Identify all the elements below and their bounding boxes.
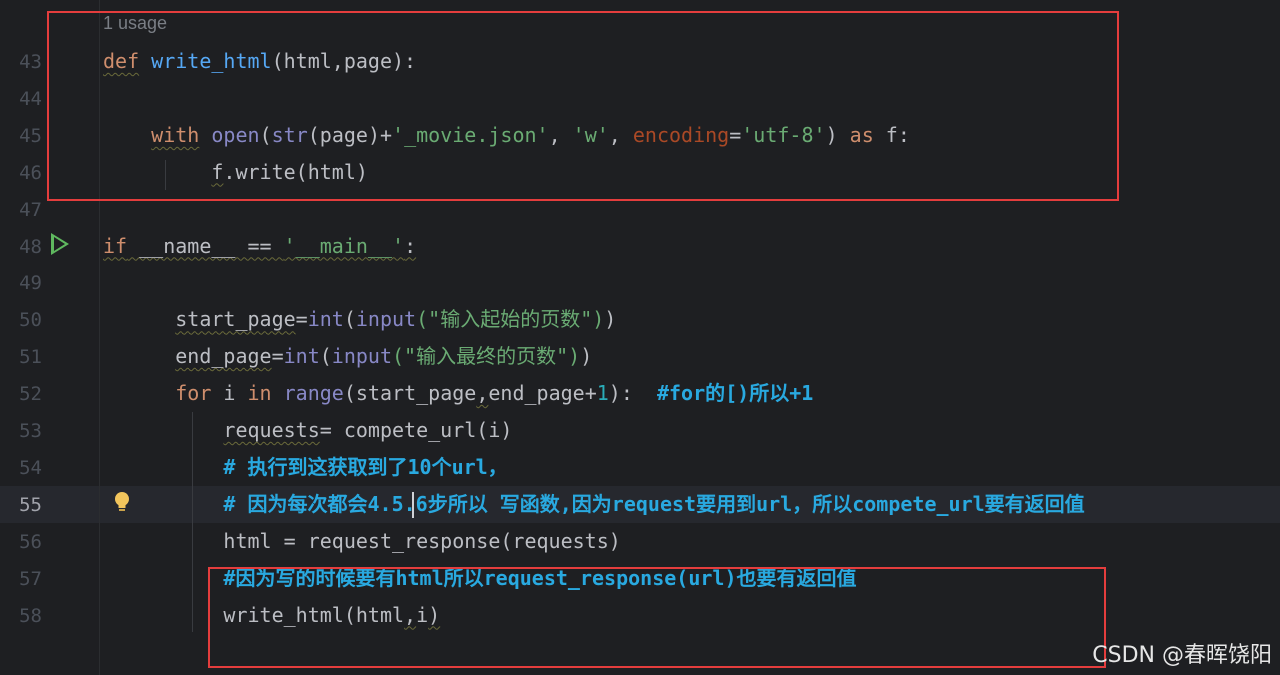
code-token: ( <box>343 307 356 332</box>
code-line[interactable]: if __name__ == '__main__': <box>103 228 416 265</box>
code-token: #for的[)所以+1 <box>656 381 814 406</box>
code-line[interactable]: html = request_response(requests) <box>103 523 621 560</box>
code-token: = compete_url(i) <box>319 418 513 442</box>
code-line[interactable]: end_page=int(input("输入最终的页数")) <box>103 338 592 375</box>
line-number[interactable]: 55 <box>0 494 42 516</box>
code-token: ) <box>580 344 593 369</box>
code-token: start_page <box>175 307 296 332</box>
code-token: (start_page <box>343 381 477 406</box>
code-token: range <box>283 381 344 406</box>
code-token: in <box>247 381 272 406</box>
line-number[interactable]: 47 <box>0 199 42 221</box>
code-token: 1 <box>596 381 609 406</box>
line-number[interactable]: 51 <box>0 346 42 368</box>
code-token: # 因为每次都会4.5.6步所以 写函数,因为request要用到url，所以c… <box>223 491 1085 516</box>
line-number[interactable]: 45 <box>0 125 42 147</box>
line-number[interactable]: 52 <box>0 383 42 405</box>
line-number[interactable]: 58 <box>0 605 42 627</box>
code-line[interactable]: requests= compete_url(i) <box>103 412 512 449</box>
code-token: , <box>476 381 489 406</box>
code-token: = <box>295 307 308 332</box>
line-number[interactable]: 49 <box>0 272 42 294</box>
code-token: end_page+ <box>488 381 597 406</box>
code-token: = <box>271 344 284 369</box>
code-token: if <box>103 233 128 258</box>
text-caret <box>412 492 414 518</box>
line-number[interactable]: 50 <box>0 309 42 331</box>
line-number[interactable]: 44 <box>0 88 42 110</box>
watermark: CSDN @春晖饶阳 <box>1092 643 1272 668</box>
code-line[interactable]: for i in range(start_page,end_page+1): #… <box>103 375 813 412</box>
code-token: __name__ == <box>127 233 284 258</box>
lightbulb-icon[interactable] <box>113 491 131 513</box>
code-token: int <box>283 344 320 369</box>
line-number[interactable]: 54 <box>0 457 42 479</box>
code-line[interactable]: # 因为每次都会4.5.6步所以 写函数,因为request要用到url，所以c… <box>103 486 1085 523</box>
code-token: ("输入起始的页数") <box>416 307 605 332</box>
run-icon[interactable] <box>51 233 69 255</box>
code-token: html = request_response(requests) <box>223 528 621 553</box>
code-token: end_page <box>175 344 272 369</box>
code-token: ) <box>604 307 617 332</box>
annotation-box-write-call <box>208 567 1106 668</box>
code-token: ( <box>319 344 332 369</box>
code-line[interactable]: # 执行到这获取到了10个url， <box>103 449 508 486</box>
code-token: # 执行到这获取到了10个url， <box>223 454 508 479</box>
code-token: '__main__' <box>283 233 405 258</box>
annotation-box-write-html <box>47 11 1119 201</box>
line-number[interactable]: 43 <box>0 51 42 73</box>
code-token: ): <box>608 381 657 406</box>
line-number[interactable]: 57 <box>0 568 42 590</box>
code-token: : <box>404 233 417 258</box>
line-number[interactable]: 56 <box>0 531 42 553</box>
code-token: i <box>211 381 248 406</box>
code-token: input <box>331 344 393 369</box>
line-number[interactable]: 53 <box>0 420 42 442</box>
line-number[interactable]: 48 <box>0 236 42 258</box>
code-token: ("输入最终的页数") <box>392 344 581 369</box>
line-number[interactable]: 46 <box>0 162 42 184</box>
code-token: input <box>355 307 417 332</box>
code-token: int <box>307 307 344 332</box>
indent-guide <box>192 412 193 632</box>
code-line[interactable]: start_page=int(input("输入起始的页数")) <box>103 301 616 338</box>
code-token: requests <box>223 418 320 442</box>
code-token: for <box>175 381 212 406</box>
